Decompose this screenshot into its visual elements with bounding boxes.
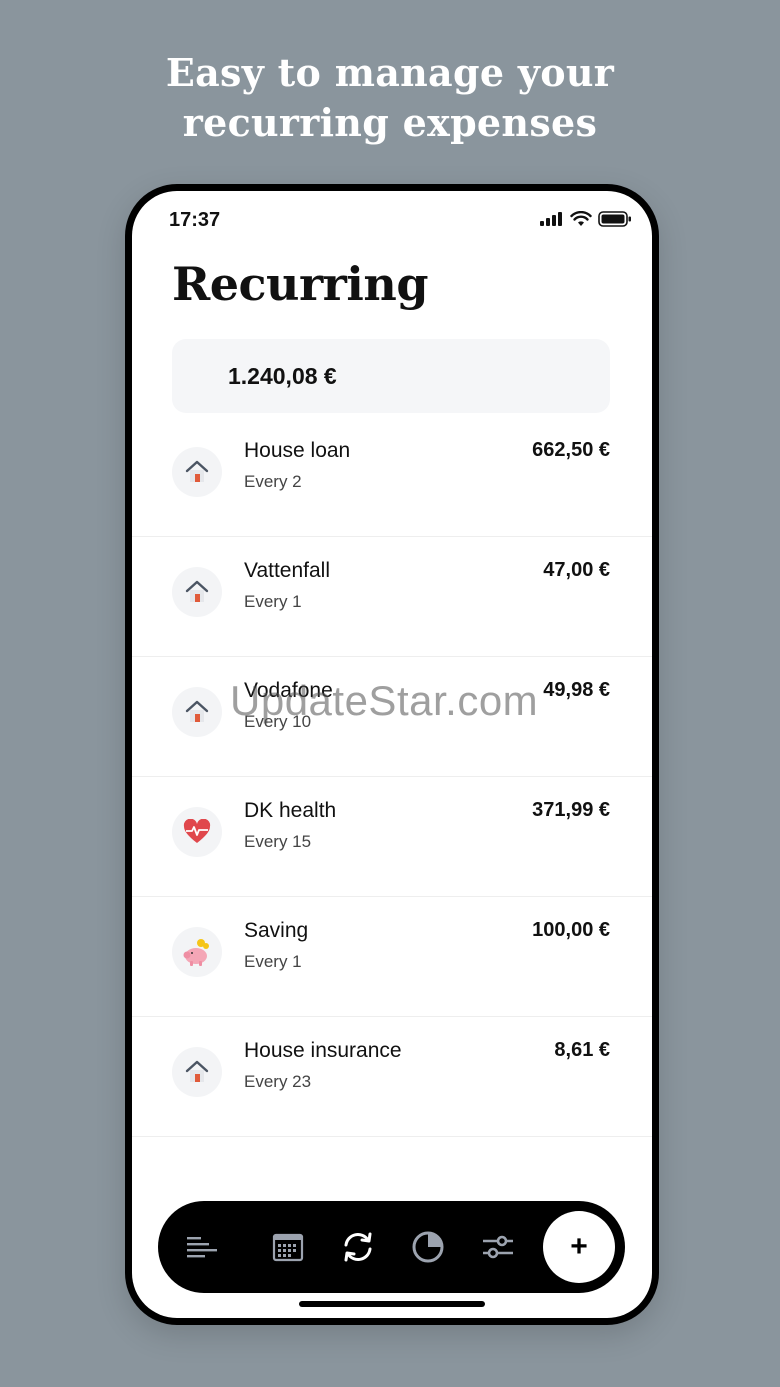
item-frequency: Every 1	[244, 592, 302, 611]
headline: Easy to manage your recurring expenses	[0, 48, 780, 148]
sliders-icon[interactable]	[478, 1227, 518, 1267]
status-icons	[540, 211, 632, 227]
recurring-icon[interactable]	[338, 1227, 378, 1267]
watermark: UpdateStar.com	[230, 677, 539, 724]
list-item[interactable]: Vattenfall Every 1 47,00 €	[132, 537, 652, 657]
heart-icon	[172, 807, 222, 857]
page-title: Recurring	[172, 257, 429, 311]
house-icon	[172, 1047, 222, 1097]
item-frequency: Every 2	[244, 472, 302, 491]
item-frequency: Every 15	[244, 832, 312, 851]
recurring-list: House loan Every 2 662,50 € Vattenfall E…	[132, 417, 652, 1137]
item-amount: 8,61 €	[554, 1039, 610, 1061]
wifi-icon	[570, 211, 592, 226]
list-icon[interactable]	[182, 1227, 222, 1267]
headline-line-1: Easy to manage your	[165, 50, 615, 95]
item-name: House loan	[244, 439, 351, 462]
total-amount: 1.240,08 €	[228, 363, 337, 389]
tab-bar: +	[158, 1201, 625, 1293]
item-amount: 100,00 €	[532, 919, 610, 941]
calendar-icon[interactable]	[268, 1227, 308, 1267]
item-amount: 371,99 €	[532, 799, 610, 821]
house-icon	[172, 687, 222, 737]
item-amount: 47,00 €	[543, 559, 610, 581]
list-item[interactable]: House loan Every 2 662,50 €	[132, 417, 652, 537]
house-icon	[172, 567, 222, 617]
item-name: DK health	[244, 799, 337, 822]
signal-icon	[540, 212, 562, 226]
list-item[interactable]: House insurance Every 23 8,61 €	[132, 1017, 652, 1137]
phone-frame: 17:37 Recurring 1.240,08 € House loan Ev…	[125, 184, 659, 1325]
home-indicator	[299, 1301, 485, 1307]
battery-icon	[598, 211, 631, 227]
piggy-bank-icon	[172, 927, 222, 977]
list-item[interactable]: Saving Every 1 100,00 €	[132, 897, 652, 1017]
phone-screen: 17:37 Recurring 1.240,08 € House loan Ev…	[132, 191, 652, 1318]
status-time: 17:37	[169, 209, 221, 231]
house-icon	[172, 447, 222, 497]
item-frequency: Every 23	[244, 1072, 312, 1091]
add-button[interactable]: +	[543, 1211, 615, 1283]
pie-chart-icon[interactable]	[408, 1227, 448, 1267]
item-name: Saving	[244, 919, 309, 942]
item-name: Vattenfall	[244, 559, 330, 582]
list-item[interactable]: DK health Every 15 371,99 €	[132, 777, 652, 897]
total-card: 1.240,08 €	[172, 339, 610, 413]
item-frequency: Every 1	[244, 952, 302, 971]
item-amount: 662,50 €	[532, 439, 610, 461]
item-amount: 49,98 €	[543, 679, 610, 701]
headline-line-2: recurring expenses	[182, 100, 598, 145]
item-name: House insurance	[244, 1039, 402, 1062]
